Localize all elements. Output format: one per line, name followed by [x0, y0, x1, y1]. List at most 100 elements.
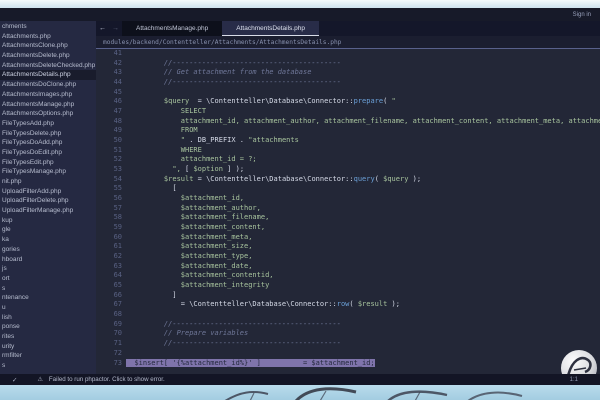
sidebar-item[interactable]: AttachmentsImages.php: [0, 90, 96, 100]
sidebar-item[interactable]: rmfilter: [0, 351, 96, 361]
line-number: 67: [96, 300, 126, 310]
code-line[interactable]: 66 ]: [96, 291, 600, 301]
line-number: 46: [96, 97, 126, 107]
sidebar-item[interactable]: ponse: [0, 322, 96, 332]
sidebar-item[interactable]: kup: [0, 216, 96, 226]
sign-in-link[interactable]: Sign in: [573, 12, 591, 18]
code-line[interactable]: 61 $attachment_size,: [96, 242, 600, 252]
code-line[interactable]: 59 $attachment_content,: [96, 223, 600, 233]
sidebar-item[interactable]: AttachmentsOptions.php: [0, 109, 96, 119]
sidebar-item[interactable]: AttachmentsDetails.php: [0, 70, 96, 80]
code-line[interactable]: 51 WHERE: [96, 146, 600, 156]
sidebar-item[interactable]: ort: [0, 274, 96, 284]
sidebar-item[interactable]: s: [0, 284, 96, 294]
code-line[interactable]: 46 $query = \Contentteller\Database\Conn…: [96, 97, 600, 107]
code-area[interactable]: 4142 //---------------------------------…: [96, 49, 600, 374]
code-line[interactable]: 45: [96, 88, 600, 98]
line-number: 55: [96, 184, 126, 194]
sidebar-item[interactable]: AttachmentsManage.php: [0, 100, 96, 110]
sidebar-item[interactable]: js: [0, 264, 96, 274]
line-content: = \Contentteller\Database\Connector::row…: [126, 300, 600, 310]
code-line[interactable]: 50 " . DB_PREFIX . "attachments: [96, 136, 600, 146]
code-line[interactable]: 53 ", [ $option ] );: [96, 165, 600, 175]
line-number: 71: [96, 339, 126, 349]
sidebar-item[interactable]: rites: [0, 332, 96, 342]
sidebar-item[interactable]: urity: [0, 342, 96, 352]
code-line[interactable]: 69 //-----------------------------------…: [96, 320, 600, 330]
code-line[interactable]: 48 attachment_id, attachment_author, att…: [96, 117, 600, 127]
code-line[interactable]: 67 = \Contentteller\Database\Connector::…: [96, 300, 600, 310]
sidebar-item[interactable]: ntenance: [0, 293, 96, 303]
sidebar-item[interactable]: AttachmentsDeleteChecked.php: [0, 61, 96, 71]
line-number: 68: [96, 310, 126, 320]
history-forward-icon[interactable]: →: [109, 21, 122, 36]
code-line[interactable]: 72: [96, 349, 600, 359]
sidebar-item[interactable]: nit.php: [0, 177, 96, 187]
code-line[interactable]: 64 $attachment_contentid,: [96, 271, 600, 281]
code-line[interactable]: 71 //-----------------------------------…: [96, 339, 600, 349]
sidebar-item[interactable]: FileTypesDoEdit.php: [0, 148, 96, 158]
sidebar-item[interactable]: UploadFilterAdd.php: [0, 187, 96, 197]
line-number: 65: [96, 281, 126, 291]
code-line[interactable]: 57 $attachment_author,: [96, 204, 600, 214]
sidebar-item[interactable]: hboard: [0, 255, 96, 265]
code-line[interactable]: 44 //-----------------------------------…: [96, 78, 600, 88]
code-line[interactable]: 52 attachment_id = ?;: [96, 155, 600, 165]
sidebar-item[interactable]: FileTypesEdit.php: [0, 158, 96, 168]
sidebar-item[interactable]: s: [0, 361, 96, 371]
line-content: $result = \Contentteller\Database\Connec…: [126, 175, 600, 185]
tab-attachmentsdetails[interactable]: AttachmentsDetails.php: [222, 21, 319, 36]
cursor-position: 1:1: [570, 377, 578, 383]
line-content: $attachment_contentid,: [126, 271, 600, 281]
line-content: $query = \Contentteller\Database\Connect…: [126, 97, 600, 107]
editor-column: ← → AttachmentsManage.php AttachmentsDet…: [96, 21, 600, 374]
code-line[interactable]: 58 $attachment_filename,: [96, 213, 600, 223]
code-line[interactable]: 60 $attachment_meta,: [96, 233, 600, 243]
sidebar-item[interactable]: UploadFilterDelete.php: [0, 196, 96, 206]
sidebar-item[interactable]: FileTypesDelete.php: [0, 129, 96, 139]
sidebar-item[interactable]: AttachmentsClone.php: [0, 41, 96, 51]
sidebar-item[interactable]: FileTypesDoAdd.php: [0, 138, 96, 148]
code-line[interactable]: 65 $attachment_integrity: [96, 281, 600, 291]
sidebar-item[interactable]: chments: [0, 22, 96, 32]
history-back-icon[interactable]: ←: [96, 21, 109, 36]
code-line[interactable]: 49 FROM: [96, 126, 600, 136]
code-line[interactable]: 68: [96, 310, 600, 320]
sidebar: chmentsAttachments.phpAttachmentsClone.p…: [0, 21, 96, 374]
code-line[interactable]: 56 $attachment_id,: [96, 194, 600, 204]
code-line[interactable]: 55 [: [96, 184, 600, 194]
line-number: 52: [96, 155, 126, 165]
sidebar-item[interactable]: gories: [0, 245, 96, 255]
status-message[interactable]: Failed to run phpactor. Click to show er…: [49, 376, 165, 383]
line-content: //--------------------------------------…: [126, 59, 600, 69]
code-line[interactable]: 54 $result = \Contentteller\Database\Con…: [96, 175, 600, 185]
sidebar-item[interactable]: AttachmentsDelete.php: [0, 51, 96, 61]
sidebar-item[interactable]: ka: [0, 235, 96, 245]
code-line[interactable]: 47 SELECT: [96, 107, 600, 117]
sidebar-item[interactable]: FileTypesAdd.php: [0, 119, 96, 129]
sidebar-item[interactable]: gle: [0, 225, 96, 235]
sidebar-item[interactable]: UploadFilterManage.php: [0, 206, 96, 216]
code-line[interactable]: 63 $attachment_date,: [96, 262, 600, 272]
line-number: 64: [96, 271, 126, 281]
code-line[interactable]: 43 // Get attachment from the database: [96, 68, 600, 78]
tab-label: AttachmentsDetails.php: [236, 25, 305, 32]
tab-attachmentsmanage[interactable]: AttachmentsManage.php: [122, 21, 222, 36]
line-content: $attachment_id,: [126, 194, 600, 204]
code-line[interactable]: 41: [96, 49, 600, 59]
code-line[interactable]: 62 $attachment_type,: [96, 252, 600, 262]
line-content: $attachment_author,: [126, 204, 600, 214]
sidebar-item[interactable]: FileTypesManage.php: [0, 167, 96, 177]
sidebar-item[interactable]: u: [0, 303, 96, 313]
sidebar-item[interactable]: Attachments.php: [0, 32, 96, 42]
code-line[interactable]: 70 // Prepare variables: [96, 329, 600, 339]
sidebar-item[interactable]: AttachmentsDoClone.php: [0, 80, 96, 90]
check-icon: ✓: [12, 376, 17, 384]
line-content: FROM: [126, 126, 600, 136]
sidebar-item[interactable]: lish: [0, 313, 96, 323]
line-content: $insert[ '{%attachment_id%}' ] = $attach…: [126, 359, 600, 369]
code-line[interactable]: 73 $insert[ '{%attachment_id%}' ] = $att…: [96, 359, 600, 369]
line-number: 56: [96, 194, 126, 204]
line-number: 49: [96, 126, 126, 136]
code-line[interactable]: 42 //-----------------------------------…: [96, 59, 600, 69]
